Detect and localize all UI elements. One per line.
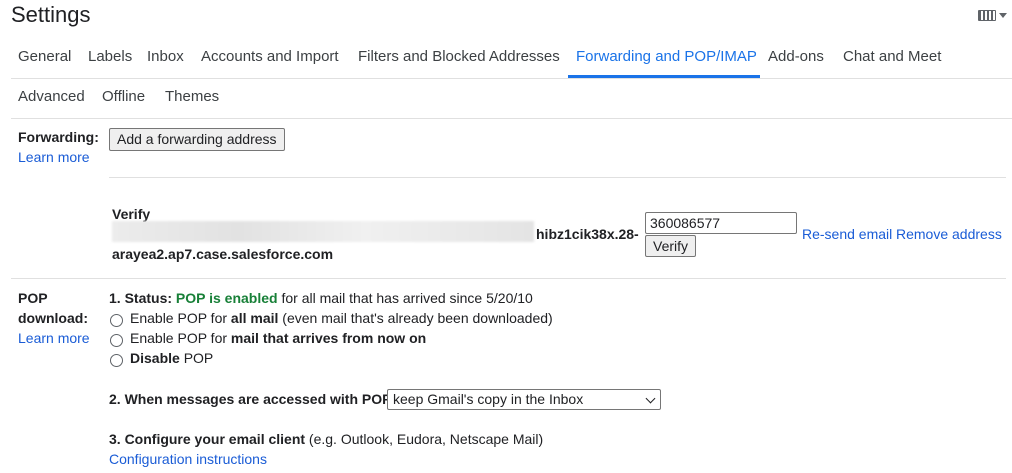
tab-forwarding-and-pop-imap[interactable]: Forwarding and POP/IMAP xyxy=(576,48,757,65)
pop-all-mail-label[interactable]: Enable POP for all mail (even mail that'… xyxy=(130,310,553,326)
tab-chat-and-meet[interactable]: Chat and Meet xyxy=(843,48,941,65)
pop-from-now-on-radio[interactable] xyxy=(110,334,123,347)
chevron-down-icon xyxy=(645,393,656,404)
tab-offline[interactable]: Offline xyxy=(102,88,145,105)
resend-email-link[interactable]: Re-send email xyxy=(802,226,892,242)
tab-labels[interactable]: Labels xyxy=(88,48,132,65)
tab-general[interactable]: General xyxy=(18,48,71,65)
pop-from-now-on-label-a: Enable POP for xyxy=(130,330,231,346)
forwarding-label: Forwarding: xyxy=(18,129,99,145)
tab-add-ons[interactable]: Add-ons xyxy=(768,48,824,65)
pop-status-prefix: 1. Status: xyxy=(109,290,176,306)
pop-disable-radio[interactable] xyxy=(110,354,123,367)
pop-status-value: POP is enabled xyxy=(175,290,278,306)
page-title: Settings xyxy=(11,2,91,27)
pop-learn-more-link[interactable]: Learn more xyxy=(18,330,90,346)
forwarding-divider xyxy=(109,177,1006,178)
forwarding-address-part1: hibz1cik38x.28- xyxy=(536,226,639,242)
tab-advanced[interactable]: Advanced xyxy=(18,88,85,105)
verify-title: Verify xyxy=(112,206,151,222)
pop-step3-hint: (e.g. Outlook, Eudora, Netscape Mail) xyxy=(305,431,544,447)
pop-step3-text: 3. Configure your email client xyxy=(109,431,306,447)
pop-all-mail-label-a: Enable POP for xyxy=(130,310,231,326)
tab-accounts-and-import[interactable]: Accounts and Import xyxy=(201,48,339,65)
add-forwarding-address-button[interactable]: Add a forwarding address xyxy=(109,128,285,151)
verification-code-input[interactable]: 360086577 xyxy=(645,212,797,234)
pop-step2-text: 2. When messages are accessed with POP xyxy=(109,391,392,407)
remove-address-link[interactable]: Remove address xyxy=(896,226,1002,242)
forwarding-address-part2: arayea2.ap7.case.salesforce.com xyxy=(112,246,334,262)
pop-all-mail-label-b: all mail xyxy=(230,310,279,326)
tabs-divider xyxy=(11,78,1012,79)
pop-disable-label-a: Disable xyxy=(130,350,180,366)
pop-disable-label[interactable]: Disable POP xyxy=(130,350,213,366)
pop-action-selected: keep Gmail's copy in the Inbox xyxy=(393,391,584,407)
pop-from-now-on-label[interactable]: Enable POP for mail that arrives from no… xyxy=(130,330,426,346)
pop-all-mail-label-c: (even mail that's already been downloade… xyxy=(278,310,553,326)
section-divider xyxy=(11,278,1006,279)
tabs-bottom-divider xyxy=(11,118,1012,119)
pop-all-mail-radio[interactable] xyxy=(110,314,123,327)
pop-from-now-on-label-b: mail that arrives from now on xyxy=(230,330,427,346)
tab-themes[interactable]: Themes xyxy=(165,88,219,105)
pop-disable-label-b: POP xyxy=(179,350,214,366)
redacted-address xyxy=(112,221,534,242)
tab-filters-and-blocked-addresses[interactable]: Filters and Blocked Addresses xyxy=(358,48,560,65)
forwarding-learn-more-link[interactable]: Learn more xyxy=(18,149,90,165)
pop-status-suffix: for all mail that has arrived since 5/20… xyxy=(277,290,533,306)
configuration-instructions-link[interactable]: Configuration instructions xyxy=(109,451,267,467)
keyboard-icon[interactable] xyxy=(978,10,1007,21)
tab-inbox[interactable]: Inbox xyxy=(147,48,184,65)
pop-step3-label: 3. Configure your email client (e.g. Out… xyxy=(109,431,543,447)
pop-label-line1: POP xyxy=(18,290,48,306)
pop-action-select[interactable]: keep Gmail's copy in the Inbox xyxy=(387,389,661,410)
chevron-down-icon[interactable] xyxy=(999,13,1007,18)
verify-button[interactable]: Verify xyxy=(645,235,697,257)
pop-label-line2: download: xyxy=(18,310,88,326)
pop-status: 1. Status: POP is enabled for all mail t… xyxy=(109,290,533,306)
pop-step2-label: 2. When messages are accessed with POP xyxy=(109,391,391,407)
